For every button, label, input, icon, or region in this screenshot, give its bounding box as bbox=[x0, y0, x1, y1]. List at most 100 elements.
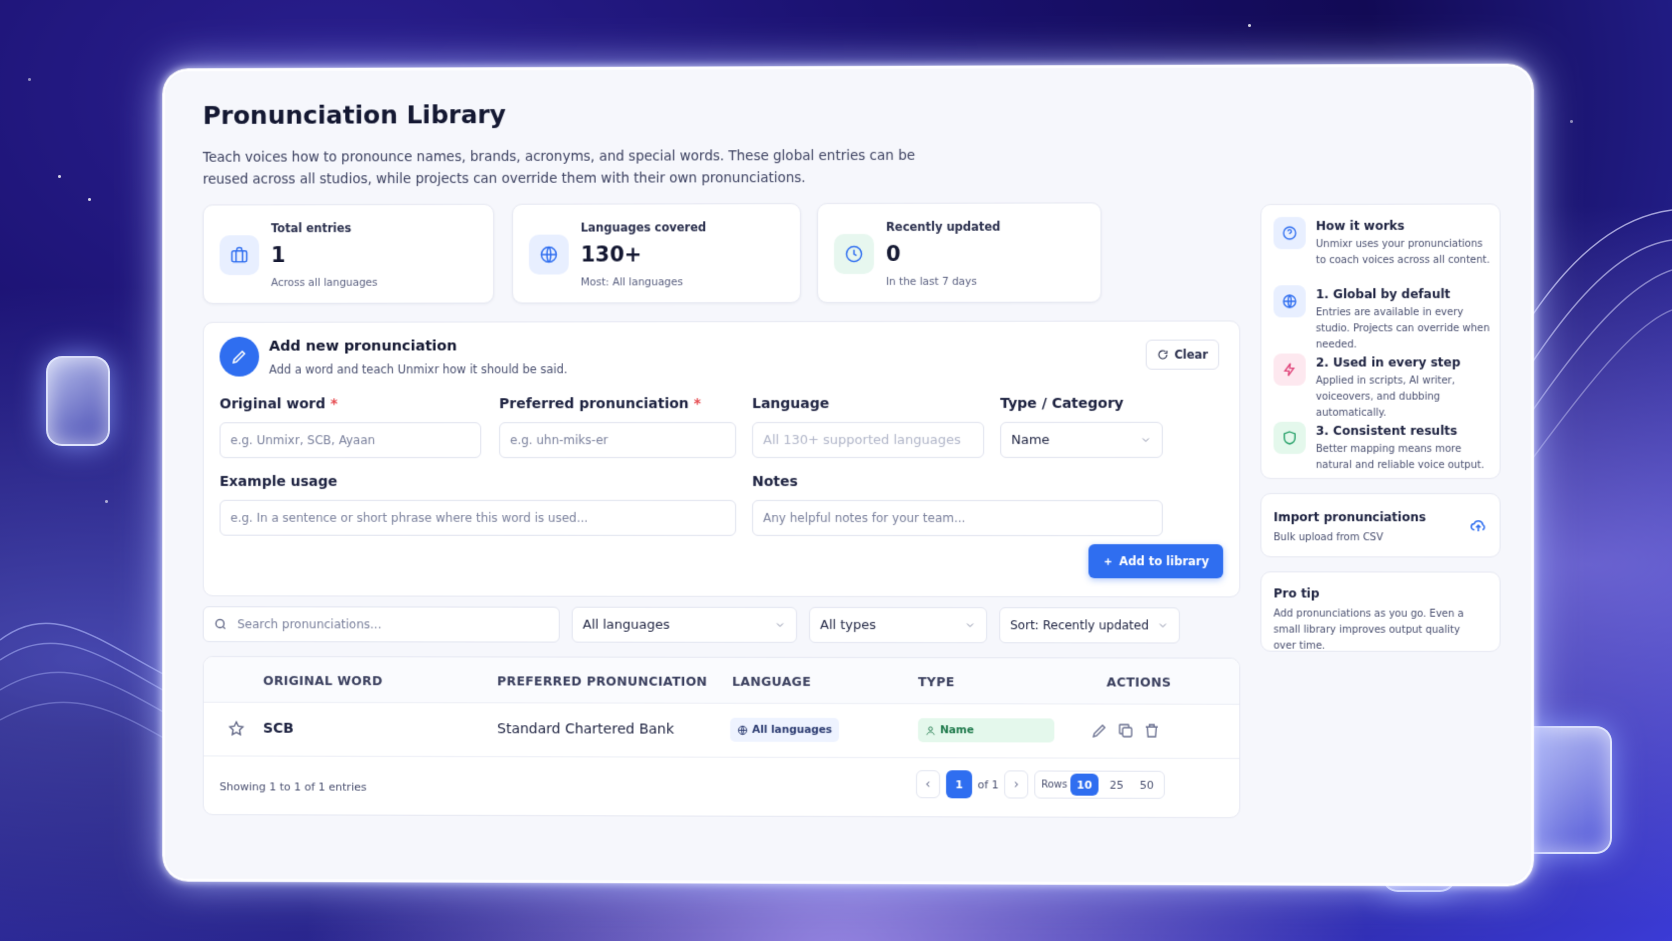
how-it-works-text: Unmixr uses your pronunciations to coach… bbox=[1316, 237, 1493, 269]
search-pronunciations-input[interactable]: Search pronunciations... bbox=[203, 606, 560, 642]
app-window-frame: Pronunciation Library Teach voices how t… bbox=[162, 64, 1534, 887]
chevron-left-icon bbox=[923, 779, 933, 789]
how-it-works-card: How it works Unmixr uses your pronunciat… bbox=[1260, 203, 1500, 479]
global-by-default-title: 1. Global by default bbox=[1316, 287, 1451, 301]
preferred-label-text: Preferred pronunciation bbox=[499, 396, 689, 412]
page-number-button[interactable]: 1 bbox=[946, 770, 972, 798]
pencil-icon bbox=[220, 337, 260, 377]
row-original-word: SCB bbox=[263, 721, 294, 737]
showing-entries-text: Showing 1 to 1 of 1 entries bbox=[220, 780, 367, 793]
page-title: Pronunciation Library bbox=[203, 100, 506, 130]
add-to-library-button[interactable]: Add to library bbox=[1088, 544, 1223, 578]
type-category-select[interactable]: Name bbox=[1000, 422, 1163, 458]
briefcase-icon bbox=[220, 235, 260, 275]
page-subtitle: Teach voices how to pronounce names, bra… bbox=[203, 145, 939, 191]
clear-button[interactable]: Clear bbox=[1146, 340, 1219, 370]
consistent-results-text: Better mapping means more natural and re… bbox=[1316, 442, 1493, 474]
type-chip-label: Name bbox=[940, 724, 974, 736]
cloud-upload-icon[interactable] bbox=[1469, 516, 1487, 534]
used-in-every-step-title: 2. Used in every step bbox=[1316, 355, 1461, 369]
how-it-works-title: How it works bbox=[1316, 219, 1405, 233]
pronunciations-table: ORIGINAL WORD PREFERRED PRONUNCIATION LA… bbox=[203, 656, 1241, 818]
stat-label: Total entries bbox=[271, 221, 351, 235]
pro-tip-card: Pro tip Add pronunciations as you go. Ev… bbox=[1260, 571, 1500, 652]
pro-tip-title: Pro tip bbox=[1274, 586, 1320, 600]
import-subtitle: Bulk upload from CSV bbox=[1274, 530, 1451, 546]
page-of-text: of 1 bbox=[976, 770, 1000, 798]
prev-page-button[interactable] bbox=[916, 770, 940, 798]
preferred-pronunciation-input[interactable]: e.g. uhn-miks-er bbox=[499, 422, 736, 458]
language-chip: All languages bbox=[730, 718, 839, 742]
type-category-label: Type / Category bbox=[1000, 396, 1123, 412]
stat-card-languages: Languages covered 130+ Most: All languag… bbox=[512, 203, 801, 303]
stat-value: 0 bbox=[886, 242, 901, 266]
edit-icon[interactable] bbox=[1090, 722, 1108, 740]
original-word-input[interactable]: e.g. Unmixr, SCB, Ayaan bbox=[220, 422, 482, 458]
type-filter-select[interactable]: All types bbox=[809, 607, 987, 643]
notes-label: Notes bbox=[752, 474, 798, 490]
star bbox=[1248, 24, 1251, 27]
rows-option-50[interactable]: 50 bbox=[1133, 774, 1161, 796]
search-placeholder: Search pronunciations... bbox=[237, 617, 381, 631]
original-word-label-text: Original word bbox=[220, 396, 326, 412]
chevron-down-icon bbox=[774, 619, 786, 631]
preferred-pronunciation-label: Preferred pronunciation * bbox=[499, 396, 701, 412]
chevron-right-icon bbox=[1011, 779, 1021, 789]
row-pronunciation: Standard Chartered Bank bbox=[497, 721, 674, 737]
sort-value: Sort: Recently updated bbox=[1010, 618, 1149, 632]
sort-select[interactable]: Sort: Recently updated bbox=[999, 607, 1180, 643]
stat-card-recently-updated: Recently updated 0 In the last 7 days bbox=[817, 202, 1102, 303]
required-mark: * bbox=[694, 396, 701, 412]
plus-icon bbox=[1102, 556, 1113, 567]
stat-label: Languages covered bbox=[581, 220, 707, 234]
search-icon bbox=[214, 617, 228, 631]
globe-icon bbox=[1274, 285, 1306, 317]
language-input[interactable]: All 130+ supported languages bbox=[752, 422, 984, 458]
import-pronunciations-card[interactable]: Import pronunciations Bulk upload from C… bbox=[1260, 493, 1500, 557]
next-page-button[interactable] bbox=[1004, 770, 1028, 798]
original-word-label: Original word * bbox=[220, 396, 338, 412]
stat-value: 1 bbox=[271, 243, 285, 267]
notes-input[interactable]: Any helpful notes for your team... bbox=[752, 500, 1163, 536]
form-subtitle: Add a word and teach Unmixr how it shoul… bbox=[269, 362, 567, 376]
example-usage-input[interactable]: e.g. In a sentence or short phrase where… bbox=[220, 500, 737, 536]
column-header: ORIGINAL WORD bbox=[263, 673, 382, 688]
globe-icon bbox=[737, 724, 748, 735]
example-usage-label: Example usage bbox=[220, 474, 338, 490]
type-filter-value: All types bbox=[820, 617, 876, 632]
language-chip-label: All languages bbox=[752, 724, 832, 736]
rows-label: Rows bbox=[1038, 771, 1070, 799]
type-category-value: Name bbox=[1011, 432, 1049, 447]
duplicate-icon[interactable] bbox=[1117, 722, 1135, 740]
add-pronunciation-form: Add new pronunciation Add a word and tea… bbox=[203, 320, 1241, 597]
chevron-down-icon bbox=[1157, 619, 1169, 631]
refresh-icon bbox=[1157, 349, 1169, 361]
stat-sub: Most: All languages bbox=[581, 276, 683, 288]
language-filter-select[interactable]: All languages bbox=[572, 607, 797, 643]
add-to-library-label: Add to library bbox=[1119, 554, 1209, 568]
rows-option-25[interactable]: 25 bbox=[1103, 774, 1131, 796]
chevron-down-icon bbox=[964, 619, 976, 631]
star-icon[interactable] bbox=[227, 720, 245, 738]
column-header: LANGUAGE bbox=[732, 674, 811, 689]
user-icon bbox=[925, 725, 936, 736]
used-in-every-step-text: Applied in scripts, AI writer, voiceover… bbox=[1316, 373, 1493, 421]
column-header: TYPE bbox=[918, 674, 955, 689]
pro-tip-text: Add pronunciations as you go. Even a sma… bbox=[1274, 606, 1486, 655]
rows-option-10[interactable]: 10 bbox=[1070, 774, 1098, 796]
type-chip: Name bbox=[918, 718, 1054, 742]
stat-sub: Across all languages bbox=[271, 277, 378, 289]
table-row[interactable]: SCB Standard Chartered Bank All language… bbox=[204, 703, 1240, 759]
clock-icon bbox=[834, 234, 874, 274]
column-header: ACTIONS bbox=[1107, 674, 1172, 689]
bolt-icon bbox=[1274, 354, 1306, 386]
form-title: Add new pronunciation bbox=[269, 338, 457, 354]
column-header: PREFERRED PRONUNCIATION bbox=[497, 673, 707, 688]
chevron-down-icon bbox=[1140, 434, 1152, 446]
clear-button-label: Clear bbox=[1174, 348, 1208, 362]
required-mark: * bbox=[330, 396, 337, 412]
import-title: Import pronunciations bbox=[1274, 510, 1426, 524]
app-window: Pronunciation Library Teach voices how t… bbox=[165, 67, 1531, 884]
trash-icon[interactable] bbox=[1143, 722, 1161, 740]
consistent-results-title: 3. Consistent results bbox=[1316, 424, 1457, 438]
